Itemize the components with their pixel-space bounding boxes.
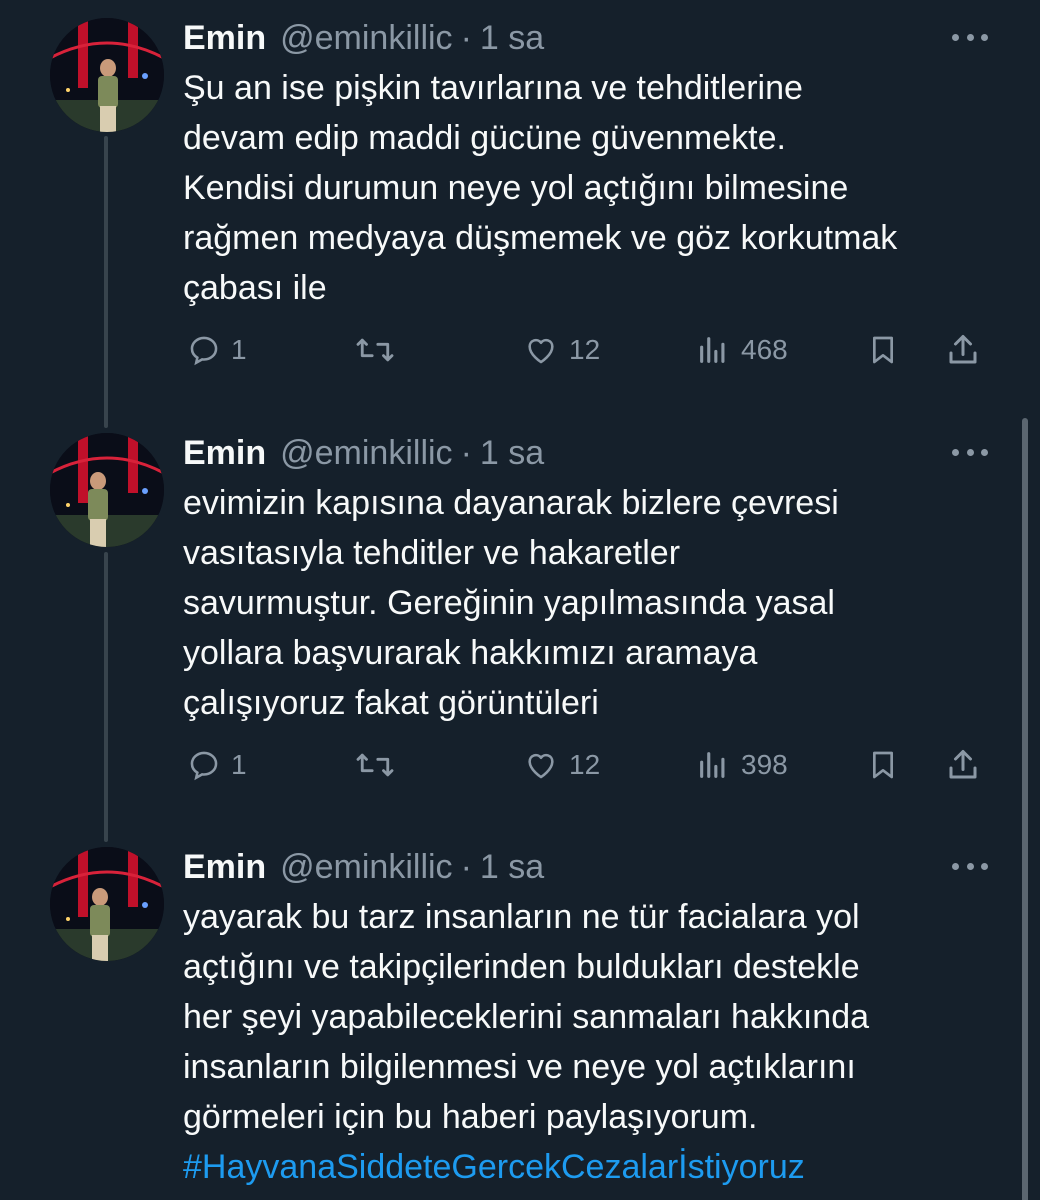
tweet[interactable]: Emin @eminkillic · 1 sa Şu an ise pişkin… — [0, 8, 1040, 408]
like-button[interactable]: 12 — [523, 325, 600, 375]
timestamp[interactable]: 1 sa — [480, 19, 544, 58]
tweet-text-line: görmeleri için bu haberi paylaşıyorum. — [183, 1098, 758, 1136]
reply-button[interactable]: 1 — [187, 740, 247, 790]
views-icon — [700, 752, 725, 778]
tweet-text-line: insanların bilgilenmesi ve neye yol açtı… — [183, 1048, 856, 1086]
tweet-text: yayarak bu tarz insanların ne tür facial… — [183, 892, 1003, 1192]
reply-count: 1 — [231, 334, 247, 365]
like-icon — [528, 753, 554, 779]
tweet-text-line: evimizin kapısına dayanarak bizlere çevr… — [183, 484, 839, 522]
retweet-icon — [356, 338, 394, 362]
more-icon[interactable] — [952, 437, 988, 467]
tweet-text: evimizin kapısına dayanarak bizlere çevr… — [183, 478, 1003, 728]
share-button[interactable] — [945, 740, 981, 790]
like-count: 12 — [569, 749, 601, 780]
hashtag-link[interactable]: #HayvanaSiddeteGercekCezalarİstiyoruz — [183, 1142, 1003, 1192]
tweet-text-line: çalışıyoruz fakat görüntüleri — [183, 684, 599, 722]
tweet-text-line: açtığını ve takipçilerinden buldukları d… — [183, 948, 860, 986]
tweet[interactable]: Emin @eminkillic · 1 sa yayarak bu tarz … — [0, 837, 1040, 1200]
separator-dot: · — [460, 847, 472, 886]
tweet-actions: 1 12 398 — [183, 740, 993, 790]
tweet[interactable]: Emin @eminkillic · 1 sa evimizin kapısın… — [0, 423, 1040, 823]
author-handle[interactable]: @eminkillic — [280, 848, 452, 887]
tweet-text-line: yayarak bu tarz insanların ne tür facial… — [183, 898, 860, 936]
like-count: 12 — [569, 334, 601, 365]
like-button[interactable]: 12 — [523, 740, 600, 790]
tweet-actions: 1 12 468 — [183, 325, 993, 375]
tweet-text: Şu an ise pişkin tavırlarına ve tehditle… — [183, 63, 1003, 313]
author-name[interactable]: Emin — [183, 19, 266, 58]
separator-dot: · — [460, 433, 472, 472]
bookmark-icon — [873, 751, 893, 779]
more-icon[interactable] — [952, 851, 988, 881]
tweet-text-line: savurmuştur. Gereğinin yapılmasında yasa… — [183, 584, 835, 622]
tweet-text-line: vasıtasıyla tehditler ve hakaretler — [183, 534, 681, 572]
bookmark-icon — [873, 336, 893, 364]
tweet-text-line: devam edip maddi gücüne güvenmekte. — [183, 119, 786, 157]
avatar[interactable] — [50, 847, 164, 961]
author-name[interactable]: Emin — [183, 434, 266, 473]
retweet-button[interactable] — [355, 740, 395, 790]
tweet-text-line: Kendisi durumun neye yol açtığını bilmes… — [183, 169, 849, 207]
author-handle[interactable]: @eminkillic — [280, 434, 452, 473]
reply-icon — [190, 751, 218, 781]
avatar-image — [50, 847, 164, 961]
views-button[interactable]: 398 — [695, 740, 788, 790]
tweet-text-line: çabası ile — [183, 269, 327, 307]
share-button[interactable] — [945, 325, 981, 375]
timeline: Emin @eminkillic · 1 sa Şu an ise pişkin… — [0, 0, 1040, 1200]
retweet-button[interactable] — [355, 325, 395, 375]
author-name[interactable]: Emin — [183, 848, 266, 887]
tweet-header: Emin @eminkillic · 1 sa — [183, 837, 544, 897]
avatar-image — [50, 433, 164, 547]
timestamp[interactable]: 1 sa — [480, 434, 544, 473]
views-icon — [700, 337, 725, 363]
author-handle[interactable]: @eminkillic — [280, 19, 452, 58]
tweet-text-line: yollara başvurarak hakkımızı aramaya — [183, 634, 758, 672]
bookmark-button[interactable] — [867, 740, 899, 790]
tweet-text-line: her şeyi yapabileceklerini sanmaları hak… — [183, 998, 870, 1036]
reply-icon — [190, 336, 218, 366]
timestamp[interactable]: 1 sa — [480, 848, 544, 887]
reply-count: 1 — [231, 749, 247, 780]
avatar[interactable] — [50, 433, 164, 547]
tweet-text-line: Şu an ise pişkin tavırlarına ve tehditle… — [183, 69, 803, 107]
bookmark-button[interactable] — [867, 325, 899, 375]
views-count: 468 — [741, 334, 788, 365]
scrollbar[interactable] — [1022, 418, 1028, 1200]
share-icon — [949, 750, 977, 779]
tweet-header: Emin @eminkillic · 1 sa — [183, 423, 544, 483]
tweet-text-line: rağmen medyaya düşmemek ve göz korkutmak — [183, 219, 898, 257]
retweet-icon — [356, 753, 394, 777]
avatar[interactable] — [50, 18, 164, 132]
separator-dot: · — [460, 18, 472, 57]
reply-button[interactable]: 1 — [187, 325, 247, 375]
like-icon — [528, 338, 554, 364]
tweet-header: Emin @eminkillic · 1 sa — [183, 8, 544, 68]
views-count: 398 — [741, 749, 788, 780]
avatar-image — [50, 18, 164, 132]
views-button[interactable]: 468 — [695, 325, 788, 375]
more-icon[interactable] — [952, 22, 988, 52]
share-icon — [949, 335, 977, 364]
